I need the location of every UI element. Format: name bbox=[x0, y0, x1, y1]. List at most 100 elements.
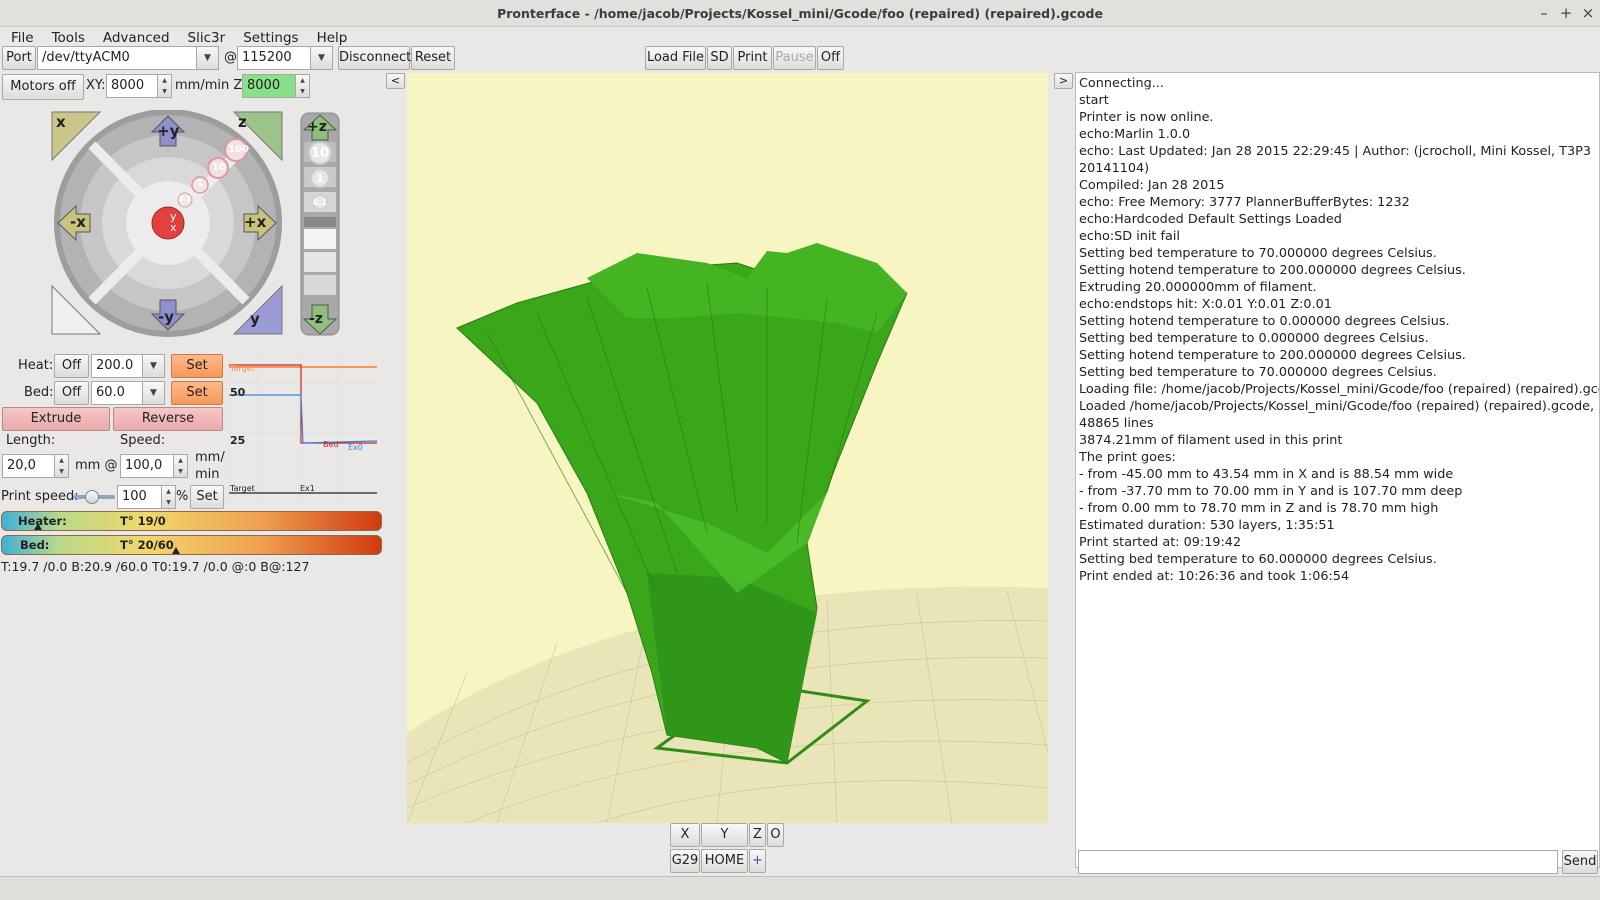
log-line: echo:endstops hit: X:0.01 Y:0.01 Z:0.01 bbox=[1079, 297, 1332, 312]
bed-value-field[interactable]: 60.0 bbox=[91, 381, 143, 405]
graph-label-target: Target bbox=[230, 364, 255, 373]
mm-unit-label: mm/ bbox=[195, 450, 225, 465]
log-line: start bbox=[1079, 93, 1109, 108]
print-button[interactable]: Print bbox=[733, 46, 772, 70]
bed-gauge: Bed: T° 20/60 bbox=[1, 535, 382, 555]
bed-dropdown-icon[interactable]: ▼ bbox=[143, 381, 165, 405]
graph-tick-25: 25 bbox=[230, 434, 246, 447]
collapse-console-button[interactable]: > bbox=[1054, 73, 1073, 89]
heat-off-button[interactable]: Off bbox=[54, 354, 89, 378]
heat-set-button[interactable]: Set bbox=[171, 354, 223, 378]
view-y-button[interactable]: Y bbox=[701, 823, 748, 847]
g29-button[interactable]: G29 bbox=[670, 849, 700, 873]
pause-button[interactable]: Pause bbox=[773, 46, 816, 70]
print-speed-input[interactable]: 100 bbox=[117, 485, 162, 509]
length-input[interactable]: 20,0 bbox=[2, 454, 55, 478]
plus-z-label: +z bbox=[307, 119, 327, 135]
log-line: echo:Marlin 1.0.0 bbox=[1079, 127, 1191, 142]
step-0.1-label: 0.1 bbox=[178, 195, 192, 203]
motors-off-button[interactable]: Motors off bbox=[2, 74, 84, 100]
log-line: echo:Hardcoded Default Settings Loaded bbox=[1079, 212, 1342, 227]
minus-y-label: -y bbox=[158, 308, 175, 326]
center-target-icon bbox=[151, 206, 185, 240]
temperature-graph bbox=[229, 355, 378, 505]
heater-gauge-value: T° 19/0 bbox=[120, 514, 166, 528]
log-line: - from 0.00 mm to 78.70 mm in Z and is 7… bbox=[1079, 501, 1439, 516]
port-field[interactable]: /dev/ttyACM0 bbox=[37, 46, 197, 70]
xy-speed-input[interactable]: 8000 bbox=[106, 74, 158, 98]
home-button[interactable]: HOME bbox=[701, 849, 748, 873]
extrude-speed-spin-icon[interactable]: ▲ ▼ bbox=[174, 454, 188, 478]
bed-off-button[interactable]: Off bbox=[54, 381, 89, 405]
log-line: Setting bed temperature to 70.000000 deg… bbox=[1079, 365, 1437, 380]
z-speed-input[interactable]: 8000 bbox=[242, 74, 296, 98]
view-x-button[interactable]: X bbox=[670, 823, 700, 847]
bed-target-marker bbox=[171, 547, 180, 554]
speed-label: Speed: bbox=[120, 433, 166, 448]
graph-tick-50: 50 bbox=[230, 386, 246, 399]
minimize-icon[interactable]: – bbox=[1534, 0, 1554, 27]
log-line: Extruding 20.000000mm of filament. bbox=[1079, 280, 1317, 295]
home-y-label: y bbox=[250, 310, 260, 328]
graph-label-bed: Bed bbox=[323, 440, 339, 449]
port-button[interactable]: Port bbox=[2, 46, 36, 70]
reset-button[interactable]: Reset bbox=[411, 46, 455, 70]
maximize-icon[interactable]: + bbox=[1556, 0, 1576, 27]
close-icon[interactable]: × bbox=[1578, 0, 1598, 27]
disconnect-button[interactable]: Disconnect bbox=[338, 46, 411, 70]
log-line: Printer is now online. bbox=[1079, 110, 1214, 125]
home-x-label: x bbox=[56, 113, 66, 131]
extrude-button[interactable]: Extrude bbox=[2, 407, 110, 431]
log-line: Compiled: Jan 28 2015 bbox=[1079, 178, 1225, 193]
reverse-button[interactable]: Reverse bbox=[113, 407, 223, 431]
log-line: echo: Last Updated: Jan 28 2015 22:29:45… bbox=[1079, 144, 1591, 159]
baud-dropdown-icon[interactable]: ▼ bbox=[311, 46, 333, 70]
step-10-label: 10 bbox=[212, 162, 226, 173]
minus-x-label: -x bbox=[70, 213, 86, 231]
z-spin-icon[interactable]: ▲ ▼ bbox=[296, 74, 310, 98]
print-speed-slider-thumb[interactable] bbox=[84, 490, 99, 504]
heat-dropdown-icon[interactable]: ▼ bbox=[143, 354, 165, 378]
log-line: Setting bed temperature to 70.000000 deg… bbox=[1079, 246, 1437, 261]
plus-y-label: +y bbox=[157, 122, 180, 140]
command-input[interactable] bbox=[1078, 850, 1558, 874]
length-spin-icon[interactable]: ▲ ▼ bbox=[55, 454, 69, 478]
graph-label-target-2: Target bbox=[230, 484, 255, 493]
log-line: Loaded /home/jacob/Projects/Kossel_mini/… bbox=[1079, 399, 1595, 414]
extrude-speed-input[interactable]: 100,0 bbox=[120, 454, 174, 478]
log-line: Setting bed temperature to 0.000000 degr… bbox=[1079, 331, 1429, 346]
bed-gauge-label: Bed: bbox=[20, 538, 50, 552]
at-label: @ bbox=[224, 50, 237, 65]
heater-gauge: Heater: T° 19/0 bbox=[1, 511, 382, 531]
min-unit-label: min bbox=[195, 467, 220, 482]
xy-spin-icon[interactable]: ▲ ▼ bbox=[158, 74, 172, 98]
left-splitter[interactable] bbox=[1048, 73, 1052, 869]
add-button[interactable]: + bbox=[749, 849, 766, 873]
3d-viewport[interactable] bbox=[407, 73, 1048, 823]
log-line: 3874.21mm of filament used in this print bbox=[1079, 433, 1343, 448]
load-file-button[interactable]: Load File bbox=[645, 46, 706, 70]
log-line: 48865 lines bbox=[1079, 416, 1154, 431]
log-line: echo: Free Memory: 3777 PlannerBufferByt… bbox=[1079, 195, 1410, 210]
print-speed-spin-icon[interactable]: ▲ ▼ bbox=[162, 485, 176, 509]
send-button[interactable]: Send bbox=[1562, 850, 1598, 874]
view-o-button[interactable]: O bbox=[767, 823, 784, 847]
console-log[interactable]: Connecting... start Printer is now onlin… bbox=[1075, 72, 1600, 868]
print-speed-set-button[interactable]: Set bbox=[190, 485, 224, 509]
off-button[interactable]: Off bbox=[817, 46, 844, 70]
home-z-label: z bbox=[238, 113, 247, 131]
heat-value-field[interactable]: 200.0 bbox=[91, 354, 143, 378]
port-dropdown-icon[interactable]: ▼ bbox=[197, 46, 219, 70]
log-line: The print goes: bbox=[1079, 450, 1176, 465]
sd-button[interactable]: SD bbox=[707, 46, 732, 70]
z-step-10-label: 10 bbox=[310, 146, 330, 161]
bed-set-button[interactable]: Set bbox=[171, 381, 223, 405]
temperature-status-line: T:19.7 /0.0 B:20.9 /60.0 T0:19.7 /0.0 @:… bbox=[1, 559, 310, 574]
bed-gauge-value: T° 20/60 bbox=[120, 538, 174, 552]
log-line: Setting hotend temperature to 200.000000… bbox=[1079, 263, 1466, 278]
view-z-button[interactable]: Z bbox=[749, 823, 766, 847]
print-speed-label: Print speed: bbox=[1, 489, 79, 504]
baud-field[interactable]: 115200 bbox=[237, 46, 311, 70]
status-bar bbox=[0, 876, 1600, 900]
collapse-left-button[interactable]: < bbox=[386, 73, 405, 89]
